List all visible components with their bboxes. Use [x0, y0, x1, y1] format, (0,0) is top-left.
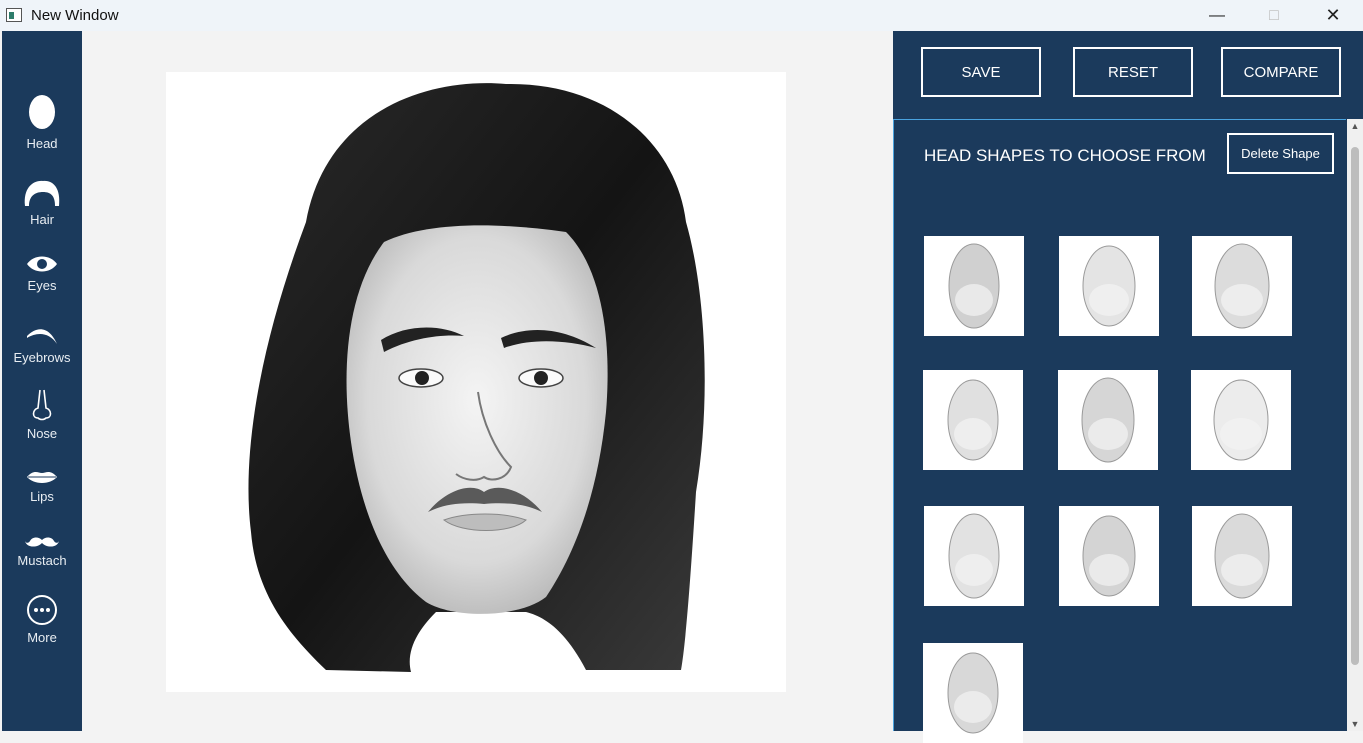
sidebar-item-label: Nose	[26, 426, 58, 441]
sidebar-item-label: Eyebrows	[13, 350, 71, 365]
maximize-button[interactable]: □	[1251, 0, 1297, 31]
head-shape-icon	[1214, 243, 1270, 329]
head-shape-thumbnail[interactable]	[923, 643, 1023, 743]
head-shape-thumbnail[interactable]	[1059, 236, 1159, 336]
head-shape-thumbnail[interactable]	[1059, 506, 1159, 606]
minimize-button[interactable]: —	[1194, 0, 1240, 31]
head-shape-thumbnail[interactable]	[1058, 370, 1158, 470]
head-shape-thumbnail[interactable]	[1192, 506, 1292, 606]
lips-icon	[27, 472, 57, 483]
sidebar-item-eyes[interactable]: Eyes	[2, 254, 82, 293]
sidebar-item-label: Mustach	[17, 553, 67, 568]
sidebar-item-lips[interactable]: Lips	[2, 469, 82, 504]
head-shape-icon	[1213, 379, 1269, 461]
mustache-icon	[25, 537, 59, 547]
window-title: New Window	[31, 7, 119, 24]
face-canvas[interactable]	[166, 72, 786, 692]
head-shape-icon	[1082, 515, 1136, 597]
hair-icon	[24, 180, 60, 206]
eye-icon	[27, 256, 57, 272]
head-shape-thumbnail[interactable]	[1191, 370, 1291, 470]
delete-shape-button[interactable]: Delete Shape	[1227, 133, 1334, 174]
head-shape-icon	[947, 652, 999, 734]
sidebar-item-eyebrows[interactable]: Eyebrows	[2, 324, 82, 365]
head-shape-icon	[1214, 513, 1270, 599]
composite-face-sketch	[248, 83, 705, 673]
app-window-icon	[6, 8, 22, 22]
head-shape-thumbnail[interactable]	[924, 506, 1024, 606]
sidebar-item-label: Hair	[30, 212, 54, 227]
title-bar: New Window — □ ✕	[0, 0, 1363, 31]
head-shape-thumbnail[interactable]	[923, 370, 1023, 470]
eyebrow-icon	[27, 329, 57, 344]
sidebar-item-label: Eyes	[27, 278, 57, 293]
section-title: HEAD SHAPES TO CHOOSE FROM	[924, 146, 1206, 165]
sidebar-item-hair[interactable]: Hair	[2, 178, 82, 227]
vertical-scrollbar[interactable]: ▲ ▼	[1347, 119, 1363, 731]
compare-button[interactable]: COMPARE	[1221, 47, 1341, 97]
head-icon	[29, 95, 55, 129]
scroll-thumb[interactable]	[1351, 147, 1359, 665]
more-icon	[27, 595, 57, 625]
head-shape-thumbnail[interactable]	[1192, 236, 1292, 336]
sidebar-item-label: Head	[26, 136, 58, 151]
sidebar-item-label: More	[27, 630, 57, 645]
sidebar-item-label: Lips	[30, 489, 54, 504]
sidebar-item-head[interactable]: Head	[2, 94, 82, 151]
head-shape-icon	[948, 513, 1000, 599]
shapes-panel: SAVE RESET COMPARE HEAD SHAPES TO CHOOSE…	[893, 31, 1363, 743]
head-shape-icon	[1082, 245, 1136, 327]
reset-button[interactable]: RESET	[1073, 47, 1193, 97]
head-shape-icon	[1081, 377, 1135, 463]
feature-sidebar: Head Hair Eyes Eyebrows Nose Lips Mustac…	[2, 31, 82, 731]
shape-list: HEAD SHAPES TO CHOOSE FROM Delete Shape	[893, 119, 1346, 743]
save-button[interactable]: SAVE	[921, 47, 1041, 97]
scroll-up-icon[interactable]: ▲	[1347, 119, 1363, 133]
close-button[interactable]: ✕	[1310, 0, 1356, 31]
nose-icon	[32, 389, 52, 421]
sidebar-item-nose[interactable]: Nose	[2, 388, 82, 441]
head-shape-thumbnail[interactable]	[924, 236, 1024, 336]
sidebar-item-mustach[interactable]: Mustach	[2, 535, 82, 568]
sidebar-item-more[interactable]: More	[2, 594, 82, 645]
head-shape-icon	[947, 379, 999, 461]
scroll-down-icon[interactable]: ▼	[1347, 717, 1363, 731]
canvas-area	[82, 31, 893, 731]
head-shape-icon	[948, 243, 1000, 329]
